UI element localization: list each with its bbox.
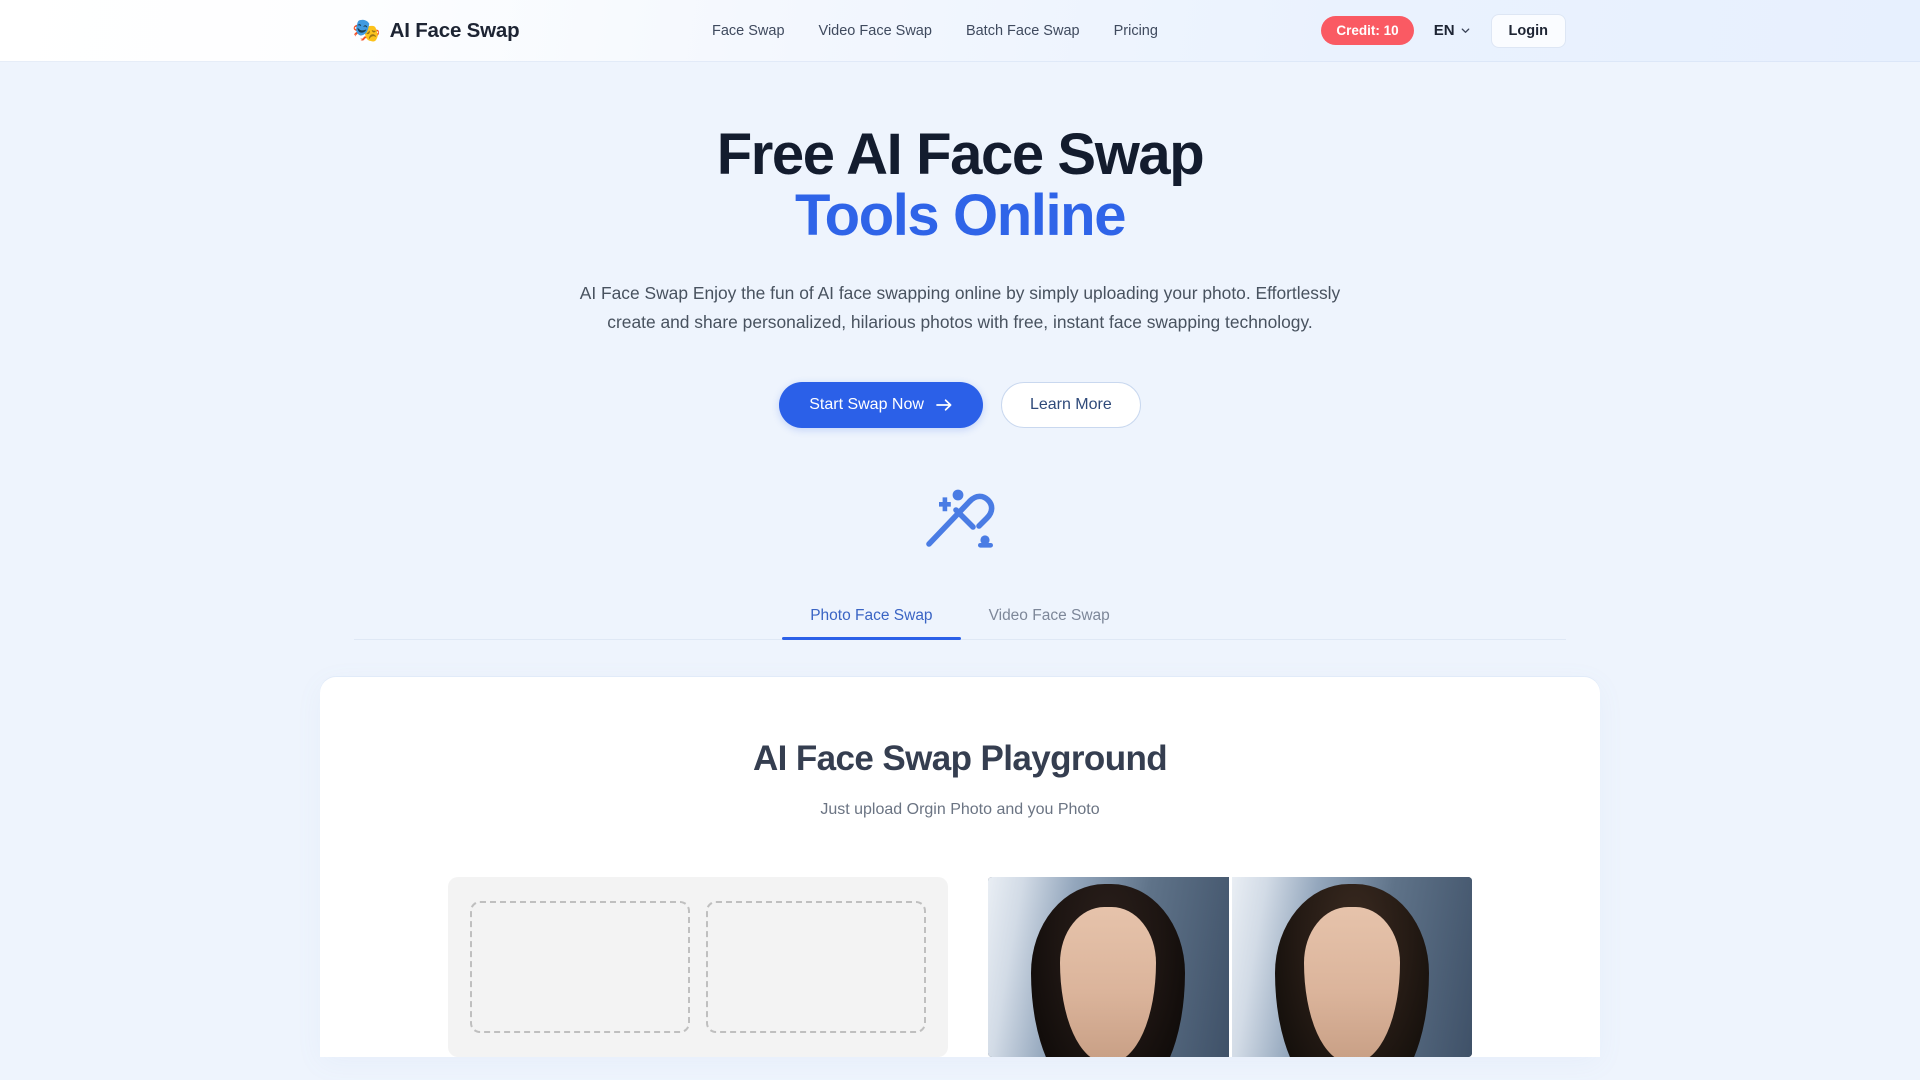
your-photo-dropzone[interactable] [706, 900, 926, 1033]
hero-decoration [0, 488, 1920, 550]
credit-badge[interactable]: Credit: 10 [1321, 16, 1414, 45]
nav-item-batch-face-swap[interactable]: Batch Face Swap [966, 23, 1080, 39]
magic-wand-sparkles-icon [926, 489, 995, 548]
nav-item-pricing[interactable]: Pricing [1114, 23, 1158, 39]
hero-section: Free AI Face Swap Tools Online AI Face S… [0, 62, 1920, 640]
swap-mode-tabs: Photo Face Swap Video Face Swap [354, 598, 1566, 640]
hero-cta-row: Start Swap Now Learn More [0, 381, 1920, 428]
nav-item-video-face-swap[interactable]: Video Face Swap [819, 23, 932, 39]
start-swap-now-label: Start Swap Now [809, 395, 924, 413]
page-title: Free AI Face Swap Tools Online [0, 124, 1920, 247]
result-preview-left[interactable] [988, 876, 1229, 1057]
language-selector[interactable]: EN [1434, 22, 1471, 39]
language-label: EN [1433, 22, 1455, 39]
learn-more-button[interactable]: Learn More [1000, 381, 1141, 428]
login-button[interactable]: Login [1490, 13, 1566, 48]
brand-logo[interactable]: 🎭 AI Face Swap [352, 17, 520, 43]
chevron-down-icon [1461, 28, 1469, 33]
preview-face [1060, 907, 1157, 1057]
upload-panel [448, 876, 948, 1057]
playground-subtitle: Just upload Orgin Photo and you Photo [820, 800, 1100, 818]
hero-title-line-2: Tools Online [794, 183, 1127, 249]
theater-masks-icon: 🎭 [352, 17, 381, 43]
result-preview [988, 876, 1472, 1057]
start-swap-now-button[interactable]: Start Swap Now [779, 381, 983, 428]
hero-title-line-1: Free AI Face Swap [716, 122, 1205, 187]
brand-name: AI Face Swap [389, 18, 520, 42]
site-header: 🎭 AI Face Swap Face Swap Video Face Swap… [0, 0, 1920, 62]
preview-face [1303, 907, 1400, 1057]
hero-description: AI Face Swap Enjoy the fun of AI face sw… [579, 282, 1341, 333]
header-actions: Credit: 10 EN Login [1321, 13, 1566, 48]
tab-video-face-swap[interactable]: Video Face Swap [961, 598, 1138, 639]
tab-photo-face-swap[interactable]: Photo Face Swap [782, 598, 961, 640]
result-preview-right[interactable] [1231, 876, 1472, 1057]
playground-title: AI Face Swap Playground [752, 738, 1168, 778]
arrow-right-icon [936, 399, 952, 411]
playground-row [320, 876, 1600, 1057]
origin-photo-dropzone[interactable] [470, 900, 690, 1033]
nav-item-face-swap[interactable]: Face Swap [712, 23, 785, 39]
main-nav: Face Swap Video Face Swap Batch Face Swa… [712, 23, 1158, 39]
playground-card: AI Face Swap Playground Just upload Orgi… [320, 676, 1600, 1057]
